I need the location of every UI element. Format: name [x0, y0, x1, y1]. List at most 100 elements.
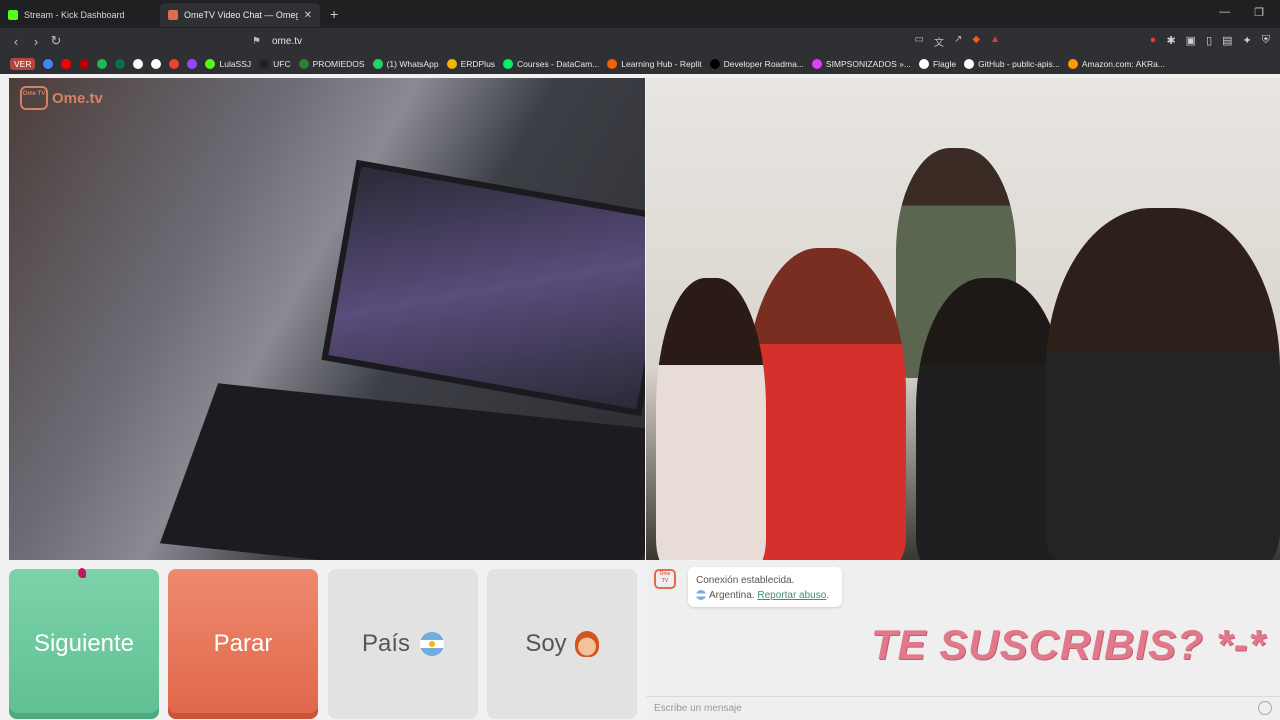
chat-panel: Ome TV Conexión establecida. Argentina. …: [646, 561, 1280, 720]
bookmark-favicon-icon: [43, 59, 54, 69]
screenshot-icon[interactable]: ▣: [1186, 34, 1196, 47]
close-tab-icon[interactable]: ✕: [304, 10, 312, 21]
keyboard-image: [159, 383, 645, 560]
back-icon[interactable]: ‹: [6, 34, 26, 49]
bookmark-item[interactable]: ERDPlus: [446, 59, 496, 69]
connection-status: Conexión establecida.: [696, 575, 795, 586]
bookmark-item[interactable]: [43, 59, 54, 69]
bookmark-label: Flagle: [932, 59, 957, 69]
bookmark-item[interactable]: VER: [10, 58, 36, 70]
bookmark-item[interactable]: PROMIEDOS: [298, 59, 365, 69]
laptop-image: [321, 159, 645, 417]
bookmark-favicon-icon: [1067, 59, 1078, 69]
leo-icon[interactable]: ✦: [1243, 34, 1252, 47]
bookmark-favicon-icon: [79, 59, 90, 69]
ometv-favicon-icon: [168, 10, 178, 20]
mouse-cursor: [78, 568, 86, 578]
next-button[interactable]: Siguiente: [9, 569, 159, 719]
bookmark-item[interactable]: [61, 59, 72, 69]
extensions-icon[interactable]: ✱: [1166, 34, 1175, 47]
bookmark-item[interactable]: (1) WhatsApp: [372, 59, 439, 69]
brave-shield-icon[interactable]: ◆: [972, 34, 980, 49]
country-button-label: País: [361, 630, 411, 657]
gender-button[interactable]: Soy: [487, 569, 637, 719]
bookmark-item[interactable]: Courses - DataCam...: [503, 59, 599, 69]
tab-kick-dashboard[interactable]: Stream - Kick Dashboard: [0, 3, 160, 27]
address-bar[interactable]: ⚑ ome.tv ▭ 文 ↗ ◆ ▲: [248, 31, 1008, 51]
extension-icons: ● ✱ ▣ ▯ ▤ ✦ ⛨: [1150, 34, 1270, 47]
argentina-flag-icon: [420, 632, 445, 656]
bookmark-label: LulaSSJ: [219, 59, 252, 69]
rewards-icon[interactable]: ▲: [990, 34, 1000, 49]
bookmark-item[interactable]: [97, 59, 108, 69]
restore-icon[interactable]: ❐: [1254, 6, 1264, 19]
ometv-logo-text: Ome.tv: [52, 89, 103, 107]
bookmark-icon[interactable]: ⚑: [252, 36, 261, 47]
remote-video: [646, 78, 1280, 560]
bookmark-label: Courses - DataCam...: [517, 59, 600, 69]
cast-icon[interactable]: ▭: [915, 34, 924, 49]
ometv-page: Ome TV Ome.tv Siguiente Parar País Soy O…: [0, 74, 1280, 720]
sidebar-icon[interactable]: ▯: [1206, 34, 1212, 47]
bookmark-label: VER: [14, 59, 32, 69]
bookmark-label: ERDPlus: [460, 59, 496, 69]
forward-icon[interactable]: ›: [26, 34, 46, 49]
country-button[interactable]: País: [328, 569, 478, 719]
message-placeholder: Escribe un mensaje: [654, 703, 742, 714]
tab-strip: Stream - Kick Dashboard OmeTV Video Chat…: [0, 0, 1280, 28]
tab-ometv[interactable]: OmeTV Video Chat — Omeg ✕: [160, 3, 320, 27]
bookmark-item[interactable]: GitHub - public-apis...: [964, 59, 1060, 69]
extension-red-icon[interactable]: ●: [1150, 34, 1157, 47]
browser-toolbar: ‹ › ↻ ⚑ ome.tv ▭ 文 ↗ ◆ ▲ ● ✱ ▣ ▯ ▤ ✦ ⛨: [0, 28, 1280, 54]
report-abuse-link[interactable]: Reportar abuso: [757, 590, 826, 601]
bookmark-favicon-icon: [607, 59, 618, 69]
bookmark-favicon-icon: [811, 59, 822, 69]
minimize-icon[interactable]: —: [1219, 6, 1230, 19]
bookmark-label: Developer Roadma...: [723, 59, 804, 69]
argentina-flag-small-icon: [696, 590, 706, 601]
bookmark-label: UFC: [273, 59, 291, 69]
bookmark-item[interactable]: UFC: [259, 59, 291, 69]
emoji-picker-icon[interactable]: [1258, 701, 1272, 715]
stop-button[interactable]: Parar: [168, 569, 318, 719]
bookmark-item[interactable]: [151, 59, 162, 69]
bookmark-favicon-icon: [115, 59, 126, 69]
ometv-chat-icon: Ome TV: [654, 569, 676, 589]
bookmark-favicon-icon: [133, 59, 144, 69]
bookmark-item[interactable]: Learning Hub - Replit: [607, 59, 702, 69]
bookmark-item[interactable]: [133, 59, 144, 69]
bookmark-item[interactable]: LulaSSJ: [205, 59, 251, 69]
wallet-icon[interactable]: ▤: [1222, 34, 1232, 47]
bookmark-item[interactable]: [79, 59, 90, 69]
bookmark-item[interactable]: [187, 59, 198, 69]
bookmark-item[interactable]: Developer Roadma...: [709, 59, 804, 69]
gender-button-label: Soy: [525, 630, 567, 657]
tab-title: Stream - Kick Dashboard: [24, 10, 125, 20]
bookmark-favicon-icon: [446, 59, 457, 69]
new-tab-icon[interactable]: +: [330, 6, 338, 22]
person-4: [916, 278, 1066, 560]
partner-country-line: Argentina. Reportar abuso.: [696, 588, 834, 603]
bookmark-label: GitHub - public-apis...: [978, 59, 1060, 69]
bookmark-favicon-icon: [97, 59, 108, 69]
person-2: [746, 248, 906, 560]
share-icon[interactable]: ↗: [954, 34, 962, 49]
stream-overlay-text: TE SUSCRIBIS? *-*: [870, 621, 1266, 668]
reload-icon[interactable]: ↻: [46, 33, 66, 49]
bookmark-item[interactable]: SIMPSONIZADOS »...: [811, 59, 911, 69]
bookmark-favicon-icon: [259, 59, 270, 69]
bookmark-favicon-icon: [187, 59, 198, 69]
vpn-icon[interactable]: ⛨: [1262, 34, 1270, 47]
bookmark-favicon-icon: [169, 59, 180, 69]
bookmark-item[interactable]: Amazon.com: AKRa...: [1067, 59, 1165, 69]
bookmark-item[interactable]: [169, 59, 180, 69]
next-button-label: Siguiente: [33, 630, 135, 657]
message-input[interactable]: Escribe un mensaje: [646, 696, 1280, 720]
bookmark-item[interactable]: [115, 59, 126, 69]
bookmark-favicon-icon: [205, 59, 216, 69]
person-3: [656, 278, 766, 560]
bookmark-item[interactable]: Flagle: [918, 59, 957, 69]
bookmark-label: (1) WhatsApp: [386, 59, 439, 69]
translate-icon[interactable]: 文: [934, 34, 944, 49]
bookmark-favicon-icon: [151, 59, 162, 69]
